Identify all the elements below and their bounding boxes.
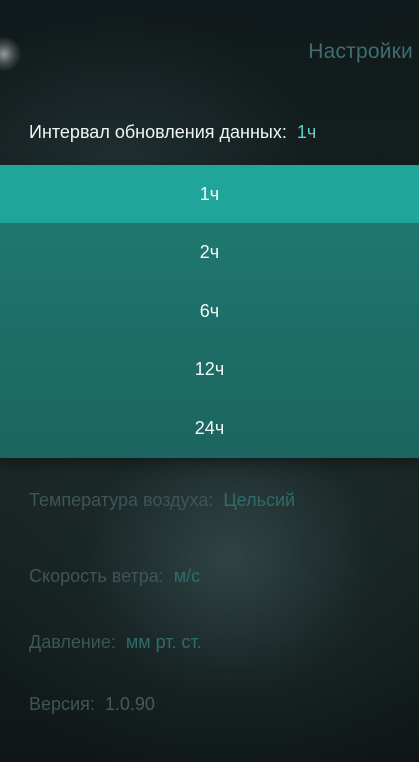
- setting-wind-speed[interactable]: Скорость ветра: м/с: [29, 566, 200, 587]
- setting-interval[interactable]: Интервал обновления данных: 1ч: [29, 122, 316, 143]
- interval-option-2h[interactable]: 2ч: [0, 223, 419, 281]
- interval-option-6h[interactable]: 6ч: [0, 282, 419, 340]
- setting-temperature[interactable]: Температура воздуха: Цельсий: [29, 490, 295, 511]
- interval-option-1h[interactable]: 1ч: [0, 165, 419, 223]
- back-button[interactable]: [0, 36, 22, 72]
- setting-wind-speed-value: м/с: [173, 566, 201, 586]
- setting-temperature-label: Температура воздуха:: [29, 490, 214, 510]
- setting-wind-speed-label: Скорость ветра:: [29, 566, 164, 586]
- setting-interval-value: 1ч: [296, 122, 317, 142]
- setting-temperature-value: Цельсий: [223, 490, 296, 510]
- interval-dropdown: 1ч 2ч 6ч 12ч 24ч: [0, 165, 419, 458]
- setting-pressure[interactable]: Давление: мм рт. ст.: [29, 632, 202, 653]
- setting-pressure-value: мм рт. ст.: [125, 632, 202, 652]
- interval-option-24h[interactable]: 24ч: [0, 399, 419, 457]
- interval-option-12h[interactable]: 12ч: [0, 340, 419, 398]
- setting-version: Версия: 1.0.90: [29, 694, 155, 715]
- settings-screen: Настройки Интервал обновления данных: 1ч …: [0, 0, 419, 762]
- setting-version-value: 1.0.90: [104, 694, 155, 714]
- setting-interval-label: Интервал обновления данных:: [29, 122, 287, 142]
- setting-version-label: Версия:: [29, 694, 95, 714]
- page-title: Настройки: [308, 40, 413, 63]
- setting-pressure-label: Давление:: [29, 632, 116, 652]
